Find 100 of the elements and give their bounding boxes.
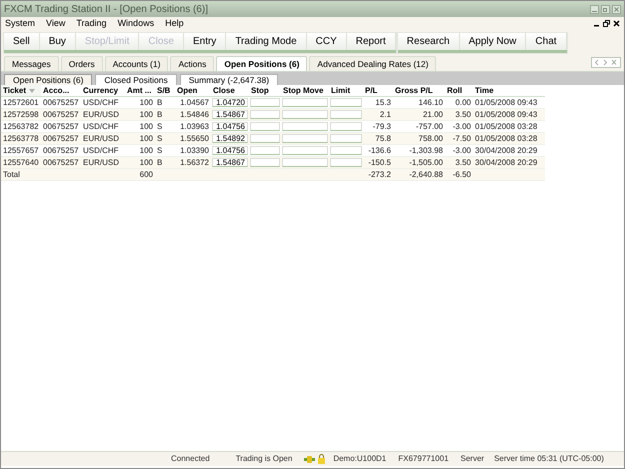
column-header[interactable]: Currency	[81, 85, 125, 97]
column-header[interactable]: Limit	[329, 85, 363, 97]
ticket-cell: 12563782	[1, 121, 41, 133]
close-price-cell[interactable]: 1.04720	[212, 98, 248, 107]
open-price-cell: 1.04567	[175, 97, 211, 109]
column-header[interactable]: Amt ...	[125, 85, 155, 97]
open-price-cell: 1.03963	[175, 121, 211, 133]
account-cell: 00675257	[41, 121, 81, 133]
window-title: FXCM Trading Station II - [Open Positions (6)]	[4, 2, 208, 16]
pl-cell: 75.8	[363, 133, 393, 145]
menu-item[interactable]: View	[44, 16, 68, 30]
account-cell: 00675257	[41, 157, 81, 169]
pl-cell: -136.6	[363, 145, 393, 157]
time-cell: 30/04/2008 20:29	[473, 157, 545, 169]
account-cell: 00675257	[41, 133, 81, 145]
tab[interactable]: Accounts (1)	[104, 56, 168, 71]
toolbar-button[interactable]: Buy	[40, 32, 76, 50]
close-price-cell[interactable]: 1.54867	[212, 158, 248, 167]
total-amount-cell: 600	[125, 169, 155, 181]
column-header[interactable]: Stop Move	[281, 85, 329, 97]
toolbar-button[interactable]: CCY	[306, 32, 347, 50]
side-cell: S	[155, 145, 175, 157]
ticket-cell: 12572601	[1, 97, 41, 109]
ticket-cell: 12572598	[1, 109, 41, 121]
currency-cell: EUR/USD	[81, 157, 125, 169]
column-header[interactable]: Gross P/L	[393, 85, 445, 97]
login-label: FX679771001	[398, 453, 449, 465]
gross-pl-cell: 21.00	[393, 109, 445, 121]
account-cell: 00675257	[41, 109, 81, 121]
close-price-cell[interactable]: 1.04756	[212, 146, 248, 155]
server-time: Server time 05:31 (UTC-05:00)	[494, 453, 604, 465]
currency-cell: EUR/USD	[81, 133, 125, 145]
amount-cell: 100	[125, 133, 155, 145]
gross-pl-cell: -757.00	[393, 121, 445, 133]
tab[interactable]: Open Positions (6)	[216, 56, 308, 71]
toolbar-button[interactable]: Entry	[184, 32, 226, 50]
roll-cell: 3.50	[445, 109, 473, 121]
open-price-cell: 1.55650	[175, 133, 211, 145]
server-label: Server	[460, 453, 484, 465]
amount-cell: 100	[125, 109, 155, 121]
toolbar-button[interactable]: Report	[346, 32, 396, 50]
subtab[interactable]: Closed Positions	[95, 74, 177, 85]
roll-cell: -3.00	[445, 121, 473, 133]
side-cell: S	[155, 121, 175, 133]
side-cell: B	[155, 157, 175, 169]
toolbar-button[interactable]: Apply Now	[460, 32, 526, 50]
open-price-cell: 1.54846	[175, 109, 211, 121]
subtab[interactable]: Summary (-2,647.38)	[180, 74, 278, 85]
toolbar-button[interactable]: Trading Mode	[226, 32, 307, 50]
close-price-cell[interactable]: 1.54867	[212, 110, 248, 119]
gross-pl-cell: -1,505.00	[393, 157, 445, 169]
menu-item[interactable]: System	[3, 16, 38, 30]
gross-pl-cell: -1,303.98	[393, 145, 445, 157]
time-cell: 01/05/2008 03:28	[473, 121, 545, 133]
connection-status: Connected	[171, 453, 210, 465]
toolbar-button[interactable]: Research	[398, 32, 460, 50]
total-label: Total	[1, 169, 41, 181]
side-cell: B	[155, 109, 175, 121]
subtab[interactable]: Open Positions (6)	[4, 74, 92, 85]
time-cell: 01/05/2008 09:43	[473, 97, 545, 109]
column-header[interactable]: Open	[175, 85, 211, 97]
account-cell: 00675257	[41, 97, 81, 109]
column-header[interactable]: Stop	[249, 85, 281, 97]
currency-cell: EUR/USD	[81, 109, 125, 121]
close-price-cell[interactable]: 1.04756	[212, 122, 248, 131]
open-price-cell: 1.03390	[175, 145, 211, 157]
ticket-cell: 12557657	[1, 145, 41, 157]
menu-item[interactable]: Help	[163, 16, 186, 30]
roll-cell: 0.00	[445, 97, 473, 109]
tab[interactable]: Messages	[4, 56, 59, 71]
column-header[interactable]: Close	[211, 85, 249, 97]
tab[interactable]: Orders	[60, 56, 103, 71]
menu-item[interactable]: Windows	[116, 16, 156, 30]
currency-cell: USD/CHF	[81, 121, 125, 133]
time-cell: 01/05/2008 03:28	[473, 133, 545, 145]
amount-cell: 100	[125, 145, 155, 157]
column-header[interactable]: Time	[473, 85, 545, 97]
tab[interactable]: Actions	[170, 56, 214, 71]
currency-cell: USD/CHF	[81, 97, 125, 109]
ticket-cell: 12557640	[1, 157, 41, 169]
gross-pl-cell: 146.10	[393, 97, 445, 109]
column-header[interactable]: Roll	[445, 85, 473, 97]
amount-cell: 100	[125, 97, 155, 109]
amount-cell: 100	[125, 121, 155, 133]
menu-item[interactable]: Trading	[74, 16, 109, 30]
ticket-cell: 12563778	[1, 133, 41, 145]
gross-pl-cell: 758.00	[393, 133, 445, 145]
roll-cell: 3.50	[445, 157, 473, 169]
toolbar-button[interactable]: Sell	[4, 32, 40, 50]
pl-cell: -79.3	[363, 121, 393, 133]
column-header[interactable]: Acco...	[41, 85, 81, 97]
amount-cell: 100	[125, 157, 155, 169]
column-header[interactable]: P/L	[363, 85, 393, 97]
column-header[interactable]: S/B	[155, 85, 175, 97]
toolbar-button[interactable]: Chat	[526, 32, 567, 50]
tab[interactable]: Advanced Dealing Rates (12)	[309, 56, 436, 71]
pl-cell: 2.1	[363, 109, 393, 121]
close-price-cell[interactable]: 1.54892	[212, 134, 248, 143]
column-header[interactable]: Ticket	[1, 85, 41, 97]
total-roll-cell: -6.50	[445, 169, 473, 181]
